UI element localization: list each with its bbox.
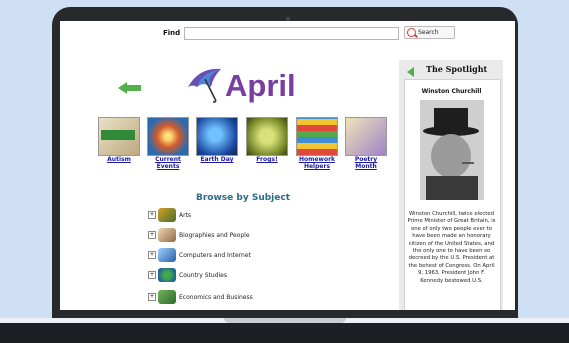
thumb-label-frogs[interactable]: Frogs! bbox=[246, 156, 288, 163]
spotlight-title: The Spotlight bbox=[426, 64, 488, 74]
search-button[interactable]: Search bbox=[404, 26, 455, 39]
subject-economics[interactable]: + Economics and Business bbox=[148, 290, 253, 304]
page-title: April bbox=[225, 68, 296, 103]
laptop-shadow bbox=[0, 323, 569, 343]
subject-label[interactable]: Country Studies bbox=[179, 272, 227, 279]
umbrella-icon bbox=[188, 68, 221, 103]
people-icon bbox=[158, 228, 176, 242]
expand-icon[interactable]: + bbox=[148, 211, 156, 219]
thumb-label-current-events[interactable]: Current Events bbox=[147, 156, 189, 170]
frog-thumb[interactable] bbox=[246, 117, 288, 156]
churchill-photo bbox=[420, 100, 484, 200]
current-events-thumb[interactable] bbox=[147, 117, 189, 156]
earth-day-thumb[interactable] bbox=[196, 117, 238, 156]
subject-biographies[interactable]: + Biographies and People bbox=[148, 228, 250, 242]
thumb-label-earth-day[interactable]: Earth Day bbox=[196, 156, 238, 163]
search-icon bbox=[407, 28, 416, 37]
arts-icon bbox=[158, 208, 176, 222]
thumb-label-autism[interactable]: Autism bbox=[98, 156, 140, 163]
homework-thumb[interactable] bbox=[296, 117, 338, 156]
spotlight-name[interactable]: Winston Churchill bbox=[404, 88, 499, 95]
thumb-label-homework[interactable]: Homework Helpers bbox=[296, 156, 338, 170]
browse-heading: Browse by Subject bbox=[196, 193, 290, 203]
expand-icon[interactable]: + bbox=[148, 293, 156, 301]
find-label: Find bbox=[163, 29, 181, 37]
poetry-stamp-thumb[interactable] bbox=[345, 117, 387, 156]
subject-label[interactable]: Biographies and People bbox=[179, 232, 250, 239]
computer-icon bbox=[158, 248, 176, 262]
autism-thumb[interactable] bbox=[98, 117, 140, 156]
subject-arts[interactable]: + Arts bbox=[148, 208, 191, 222]
expand-icon[interactable]: + bbox=[148, 251, 156, 259]
subject-label[interactable]: Economics and Business bbox=[179, 294, 253, 301]
subject-computers[interactable]: + Computers and Internet bbox=[148, 248, 251, 262]
spotlight-text: Winston Churchill, twice elected Prime M… bbox=[407, 211, 496, 284]
search-input[interactable] bbox=[184, 27, 399, 40]
back-arrow-tail[interactable] bbox=[126, 85, 141, 91]
thumb-label-poetry[interactable]: Poetry Month bbox=[345, 156, 387, 170]
globe-icon bbox=[158, 268, 176, 282]
subject-country-studies[interactable]: + Country Studies bbox=[148, 268, 227, 282]
expand-icon[interactable]: + bbox=[148, 231, 156, 239]
browser-screen: Find Search April Autism Current Events … bbox=[60, 21, 515, 310]
subject-label[interactable]: Arts bbox=[179, 212, 191, 219]
spotlight-arrow-icon[interactable] bbox=[407, 67, 414, 77]
money-icon bbox=[158, 290, 176, 304]
search-button-label: Search bbox=[418, 29, 439, 36]
subject-label[interactable]: Computers and Internet bbox=[179, 252, 251, 259]
expand-icon[interactable]: + bbox=[148, 271, 156, 279]
